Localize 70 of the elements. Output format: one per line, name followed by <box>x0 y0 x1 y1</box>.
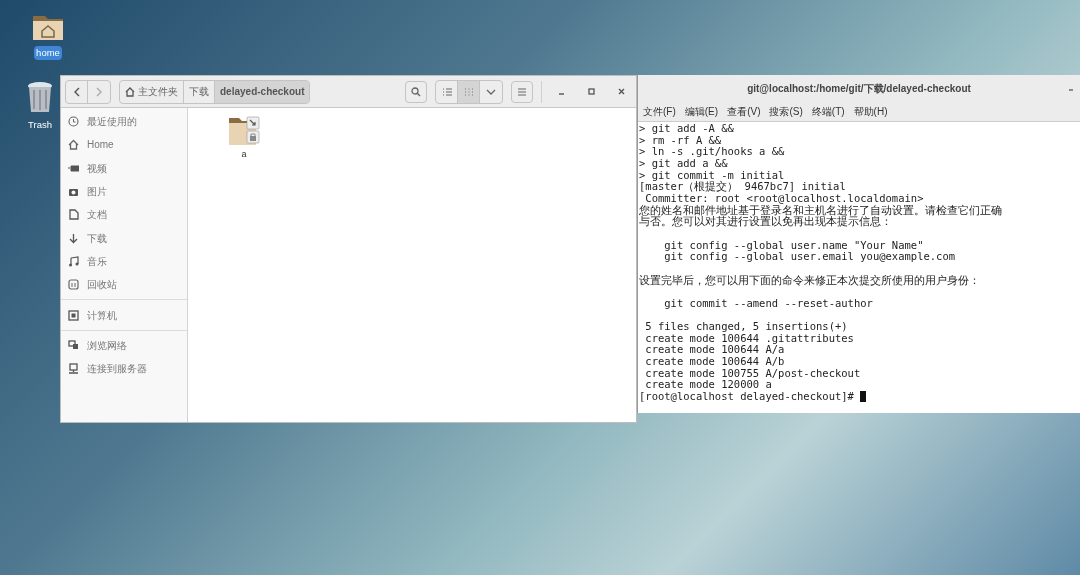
terminal-line: git config --global user.name "Your Name" <box>663 239 925 252</box>
download-arrow-icon <box>68 232 79 244</box>
terminal-line: create mode 120000 a <box>644 379 772 392</box>
sidebar-item[interactable]: Home <box>61 133 187 157</box>
network-icon <box>68 339 79 351</box>
menu-item[interactable]: 文件(F) <box>643 103 676 119</box>
list-view-icon <box>441 86 452 97</box>
sidebar-item[interactable]: 连接到服务器 <box>61 356 187 381</box>
search-icon <box>411 86 421 97</box>
text-cursor <box>860 391 867 403</box>
terminal-line: 与否。您可以对其进行设置以免再出现本提示信息： <box>639 216 892 228</box>
desktop-icon-label[interactable]: Trash <box>26 118 54 133</box>
terminal-line: 设置完毕后，您可以用下面的命令来修正本次提交所使用的用户身份： <box>639 274 981 287</box>
terminal-line: create mode 100644 A/a <box>644 344 785 357</box>
terminal-line: > ln -s .git/hooks a && <box>639 146 786 158</box>
menu-item[interactable]: 帮助(H) <box>853 103 888 119</box>
window-title: git@localhost:/home/git/下载/delayed-checkout <box>747 81 971 96</box>
terminal-prompt: [root@localhost delayed-checkout]# <box>639 391 855 403</box>
camera-icon <box>68 186 79 198</box>
sidebar-item[interactable]: 计算机 <box>61 303 187 327</box>
menu-item[interactable]: 编辑(E) <box>684 103 719 119</box>
computer-icon <box>68 309 79 321</box>
monitor-icon <box>68 363 79 375</box>
terminal-line: create mode 100755 A/post-checkout <box>644 367 862 380</box>
sidebar-item[interactable]: 文档 <box>61 203 187 227</box>
document-icon <box>68 209 79 221</box>
trash-icon <box>68 279 79 291</box>
music-note-icon <box>68 255 79 267</box>
maximize-icon <box>586 87 596 96</box>
sidebar-item[interactable]: 浏览网络 <box>61 333 187 357</box>
chevron-down-icon <box>486 88 496 95</box>
sidebar-item[interactable]: 音乐 <box>61 249 187 274</box>
menu-item[interactable]: 终端(T) <box>811 103 845 119</box>
terminal-line: > git add -A && <box>639 123 735 135</box>
clock-icon <box>68 116 79 128</box>
sidebar-item[interactable]: 图片 <box>61 179 187 204</box>
sidebar-item[interactable]: 回收站 <box>61 273 187 297</box>
terminal-line: > git add a && <box>639 157 728 170</box>
terminal-line: Committer: root <root@localhost.localdomain> <box>645 192 925 204</box>
terminal-line: git commit --amend --reset-author <box>663 297 874 310</box>
folder-link-icon <box>228 116 260 146</box>
grid-view-button[interactable] <box>458 80 480 103</box>
trash-can-icon <box>26 80 54 114</box>
search-button[interactable] <box>405 80 427 103</box>
terminal-line: > git commit -m initial <box>639 169 786 181</box>
terminal-line: > rm -rf A && <box>639 134 723 147</box>
close-icon <box>616 87 626 96</box>
chevron-right-icon <box>95 86 103 97</box>
menu-item[interactable]: 查看(V) <box>727 103 761 119</box>
path-button[interactable]: delayed-checkout <box>215 80 310 103</box>
menu-item[interactable]: 搜索(S) <box>769 103 803 119</box>
terminal-line: create mode 100644 .gitattributes <box>644 332 855 345</box>
path-button[interactable]: 主文件夹 <box>120 80 184 103</box>
menu-button[interactable] <box>511 80 533 103</box>
sidebar-item[interactable]: 最近使用的 <box>61 110 187 134</box>
terminal-line: 您的姓名和邮件地址基于登录名和主机名进行了自动设置。请检查它们正确 <box>639 204 1003 217</box>
home-icon <box>125 86 135 97</box>
chevron-left-icon <box>72 86 81 97</box>
sidebar-item[interactable]: 下载 <box>61 226 187 250</box>
terminal-line: 5 files changed, 5 insertions(+) <box>644 321 849 333</box>
menu-icon <box>517 87 527 96</box>
sidebar-item[interactable]: 视频 <box>61 156 187 180</box>
terminal-line: git config --global user.email you@example.com <box>663 251 957 263</box>
video-camera-icon <box>68 162 79 174</box>
terminal-line: create mode 100644 A/b <box>644 356 786 368</box>
home-icon <box>68 139 79 151</box>
terminal-line: [master（根提交） 9467bc7] initial <box>639 181 847 193</box>
grid-view-icon <box>463 86 474 97</box>
file-item[interactable]: a <box>226 116 262 162</box>
desktop-icon-label[interactable]: home <box>34 46 62 61</box>
